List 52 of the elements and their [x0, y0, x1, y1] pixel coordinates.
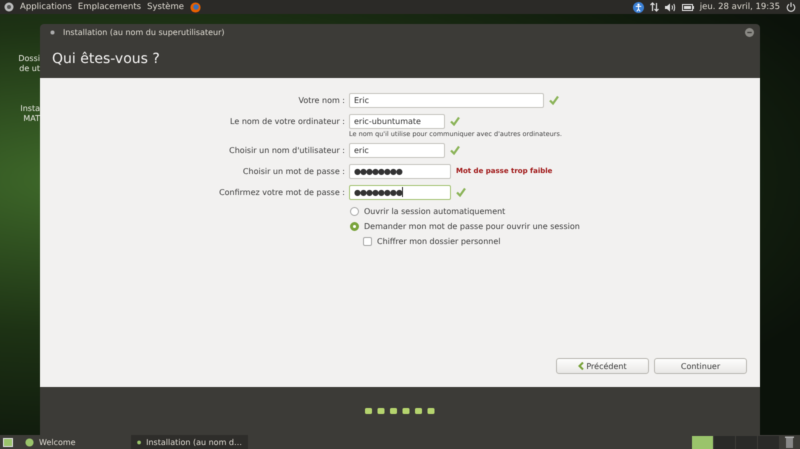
trash-icon[interactable]: [785, 436, 794, 448]
app-icon: [25, 438, 34, 446]
battery-icon[interactable]: [682, 4, 694, 10]
app-icon: [137, 438, 142, 446]
window-title: Installation (au nom du superutilisateur): [63, 28, 226, 36]
progress-dots-drawing: [365, 408, 435, 414]
desktop-icon-label[interactable]: Dossi: [18, 54, 40, 64]
radio-button[interactable]: [350, 207, 359, 216]
check-icon: [456, 187, 466, 197]
desktop-icon-label[interactable]: MAT: [20, 114, 40, 124]
window-menu-icon[interactable]: [50, 30, 55, 34]
password-field[interactable]: ●●●●●●●●: [349, 164, 451, 178]
taskbar-item[interactable]: Welcome: [19, 435, 121, 449]
password-field[interactable]: ●●●●●●●●: [349, 184, 451, 200]
browser-icon[interactable]: [190, 2, 202, 12]
input-field[interactable]: eric: [349, 142, 445, 158]
checkbox[interactable]: [363, 237, 372, 246]
check-icon: [549, 95, 559, 105]
minimize-icon[interactable]: [745, 28, 754, 36]
check-icon: [450, 145, 460, 155]
option-label: Demander mon mot de passe pour ouvrir une session: [364, 222, 580, 231]
page-heading: Qui êtes-vous ?: [52, 51, 160, 67]
workspace-tile[interactable]: [758, 436, 779, 448]
radio-button[interactable]: [350, 222, 359, 231]
panel-menu[interactable]: Applications: [20, 2, 72, 12]
field-label: Votre nom :: [298, 96, 346, 104]
show-desktop-icon[interactable]: [3, 438, 13, 446]
volume-icon[interactable]: [664, 2, 676, 12]
check-icon: [450, 116, 460, 126]
workspace-tile[interactable]: [714, 436, 735, 448]
field-label: Choisir un nom d'utilisateur :: [228, 146, 346, 154]
taskbar-item[interactable]: Installation (au nom d…: [131, 435, 248, 449]
network-icon[interactable]: [650, 2, 659, 12]
panel-menu[interactable]: Système: [147, 2, 184, 12]
desktop-icon-label[interactable]: de ut: [18, 64, 40, 74]
power-icon[interactable]: [786, 2, 796, 12]
desktop-icon-label[interactable]: Insta: [20, 104, 40, 114]
panel-menu[interactable]: Emplacements: [78, 2, 142, 12]
option-label: Chiffrer mon dossier personnel: [377, 237, 500, 246]
clock[interactable]: jeu. 28 avril, 19:35: [700, 2, 780, 12]
option-label: Ouvrir la session automatiquement: [364, 207, 506, 216]
back-button[interactable]: Précédent: [556, 358, 649, 374]
menu-icon[interactable]: [4, 2, 14, 12]
workspace-tile[interactable]: [692, 436, 713, 448]
continue-button[interactable]: Continuer: [654, 358, 747, 374]
field-label: Confirmez votre mot de passe :: [218, 188, 346, 196]
field-label: Choisir un mot de passe :: [242, 166, 346, 176]
field-label: Le nom de votre ordinateur :: [229, 116, 346, 126]
accessibility-icon[interactable]: [632, 2, 644, 12]
chevron-left-icon: [578, 362, 584, 370]
input-field[interactable]: Eric: [349, 92, 544, 108]
input-field[interactable]: eric-ubuntumate: [349, 114, 445, 128]
